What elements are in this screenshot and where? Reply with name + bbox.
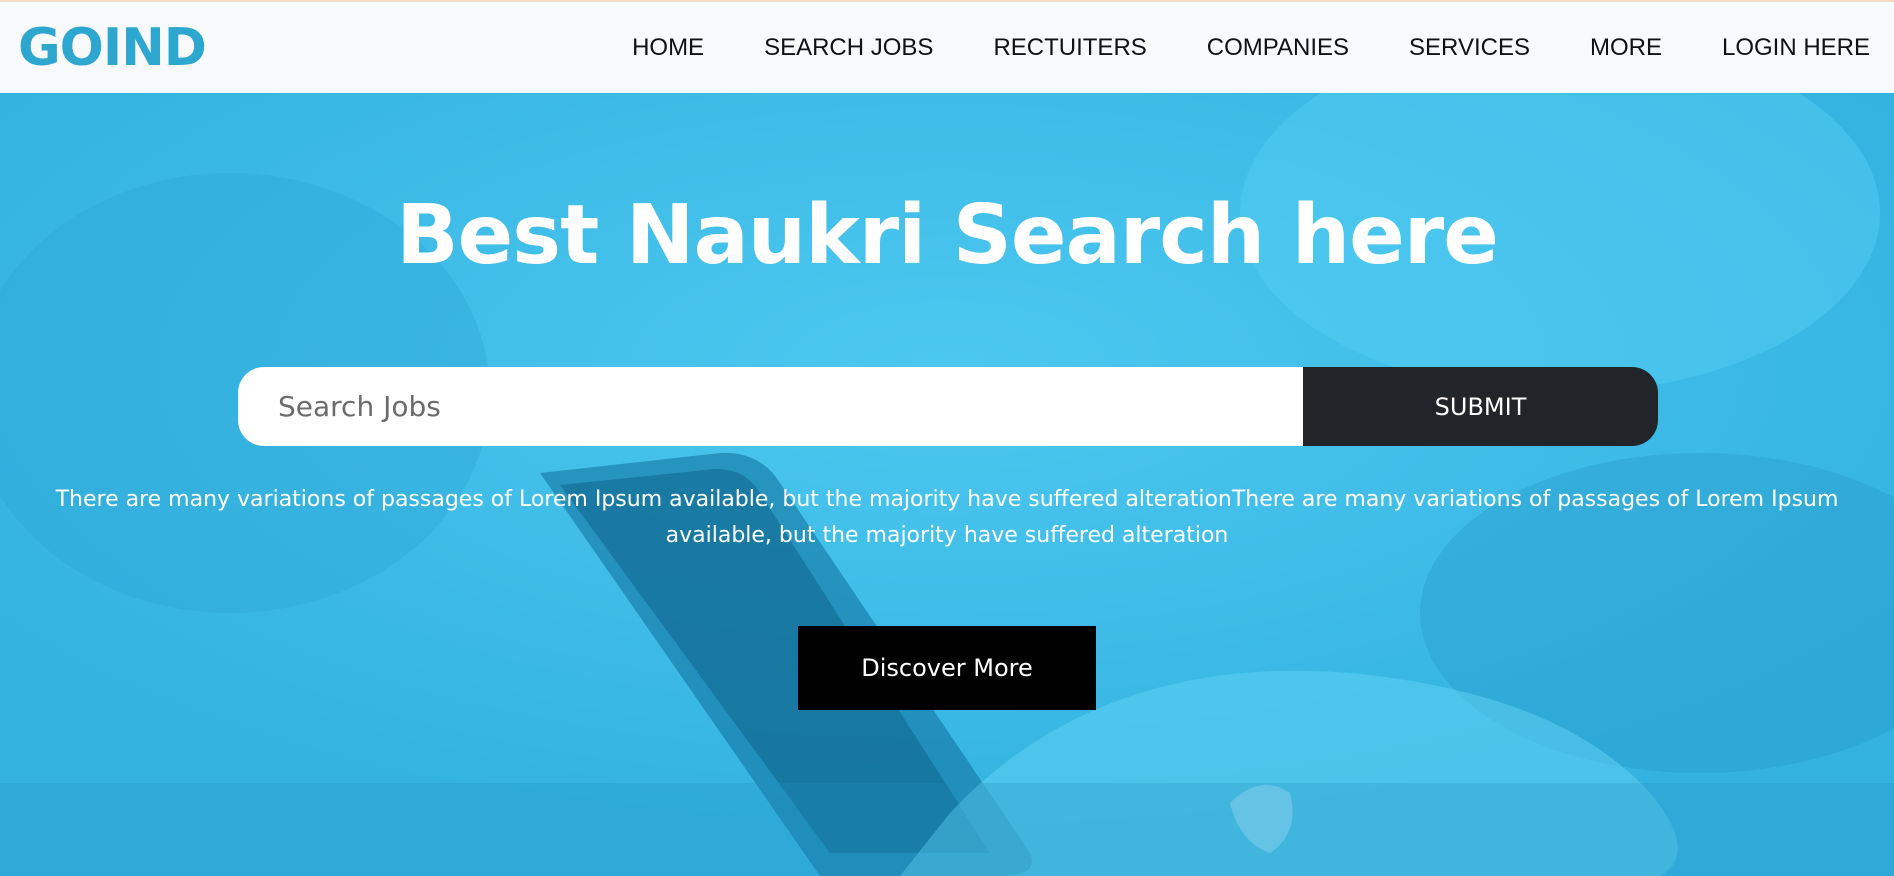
hero-section: Best Naukri Search here SUBMIT There are… bbox=[0, 93, 1894, 876]
discover-more-button[interactable]: Discover More bbox=[798, 626, 1096, 710]
top-navbar: GOIND HOME SEARCH JOBS RECTUITERS COMPAN… bbox=[0, 0, 1894, 93]
nav-link-companies[interactable]: COMPANIES bbox=[1207, 34, 1349, 62]
hero-description: There are many variations of passages of… bbox=[55, 487, 1839, 548]
nav-link-home[interactable]: HOME bbox=[632, 34, 704, 62]
nav-link-search-jobs[interactable]: SEARCH JOBS bbox=[764, 34, 933, 62]
nav-link-recruiters[interactable]: RECTUITERS bbox=[993, 34, 1146, 62]
brand-logo[interactable]: GOIND bbox=[18, 22, 207, 74]
search-jobs-input[interactable] bbox=[238, 367, 1303, 446]
nav-link-login[interactable]: LOGIN HERE bbox=[1722, 34, 1870, 62]
nav-link-services[interactable]: SERVICES bbox=[1409, 34, 1530, 62]
nav-link-more[interactable]: MORE bbox=[1590, 34, 1662, 62]
hero-title: Best Naukri Search here bbox=[396, 188, 1499, 283]
submit-button[interactable]: SUBMIT bbox=[1303, 367, 1658, 446]
job-search-form: SUBMIT bbox=[238, 367, 1658, 446]
nav-menu: HOME SEARCH JOBS RECTUITERS COMPANIES SE… bbox=[572, 2, 1870, 93]
